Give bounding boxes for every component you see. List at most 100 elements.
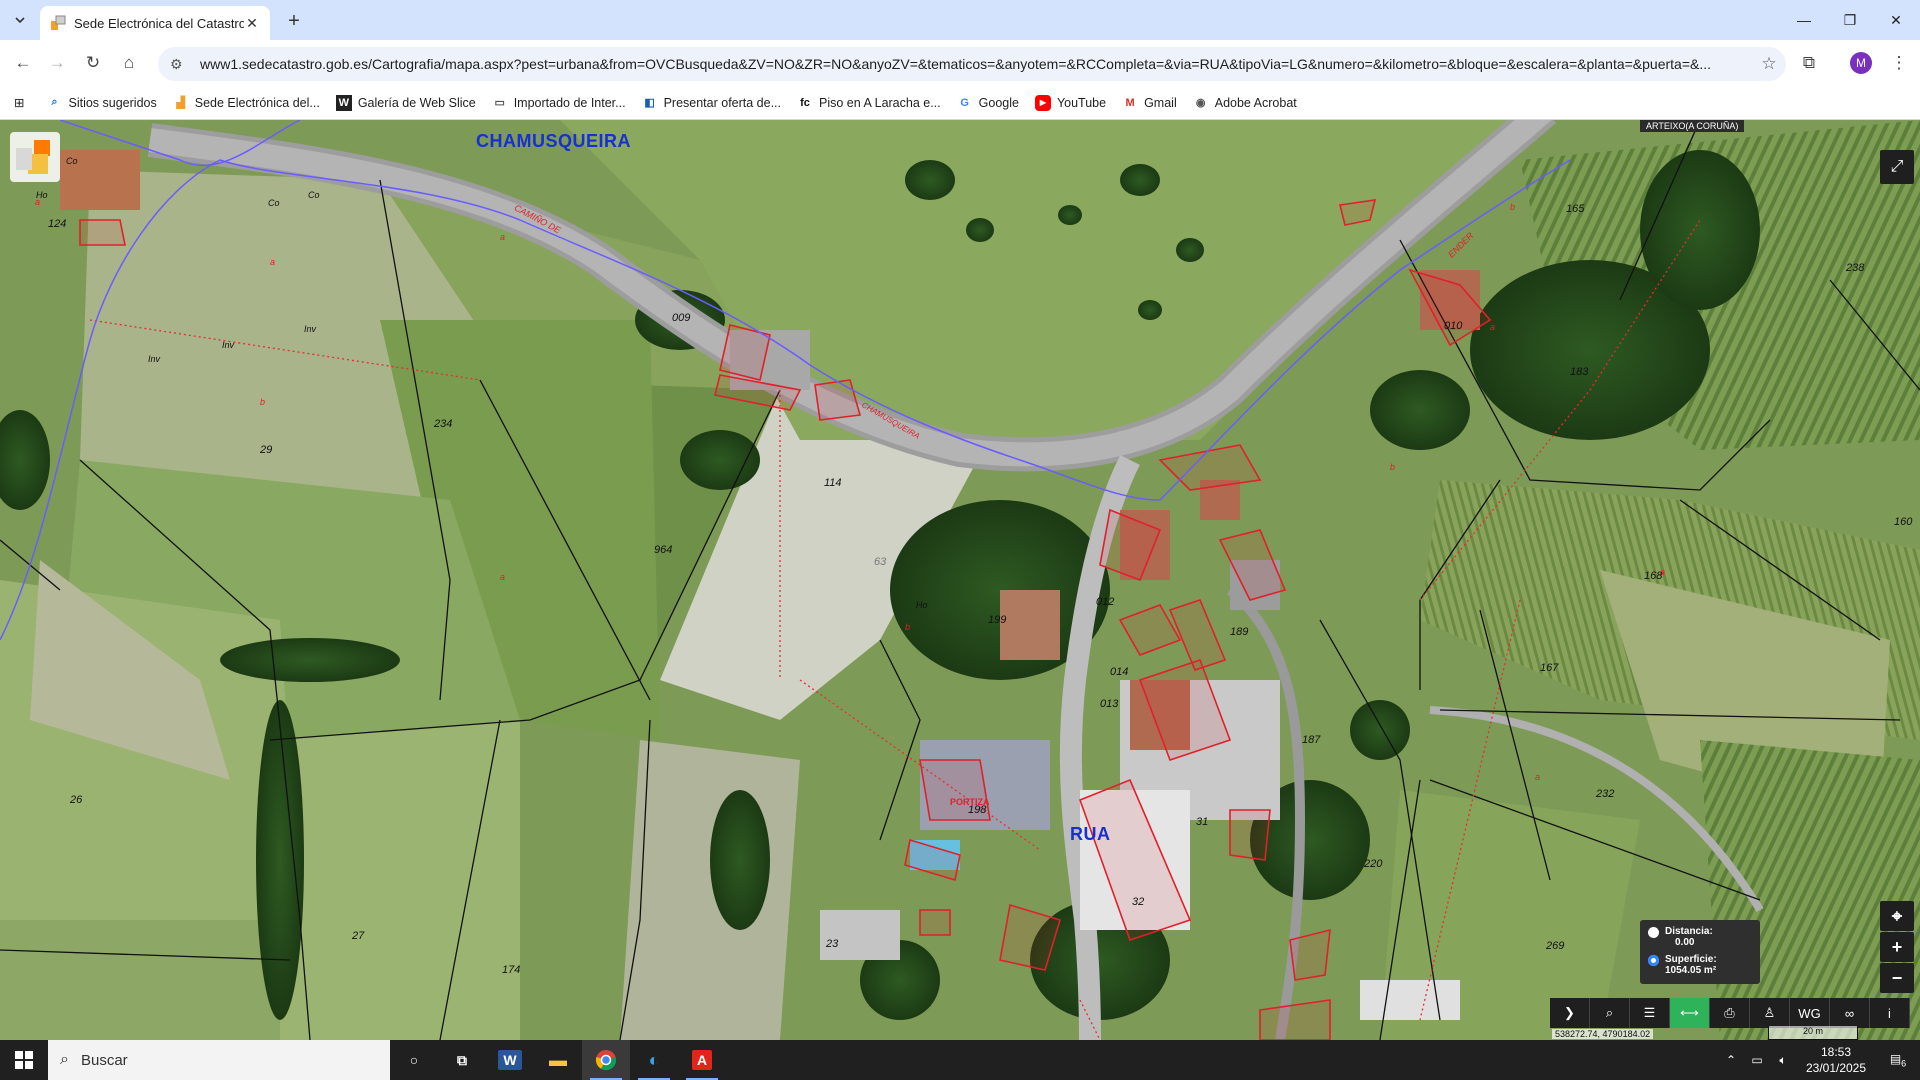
bookmark-gmail[interactable]: M Gmail: [1114, 89, 1185, 117]
surface-radio[interactable]: [1648, 955, 1659, 966]
acrobat-app[interactable]: A: [678, 1040, 726, 1080]
svg-text:a: a: [500, 232, 505, 242]
parcel-label: 187: [1302, 734, 1321, 746]
search-button[interactable]: ⌕: [1590, 998, 1630, 1028]
bookmark-webslice[interactable]: W Galería de Web Slice: [328, 89, 484, 117]
svg-text:a: a: [1535, 772, 1540, 782]
svg-text:a: a: [270, 257, 275, 267]
acrobat-icon: A: [691, 1050, 713, 1070]
measure-button[interactable]: ⟷: [1670, 998, 1710, 1028]
network-icon[interactable]: ▭: [1744, 1053, 1770, 1067]
parcel-label: 010: [1444, 320, 1463, 332]
file-explorer-app[interactable]: ▬: [534, 1040, 582, 1080]
clock-date: 23/01/2025: [1805, 1061, 1867, 1075]
profile-avatar[interactable]: M: [1846, 48, 1876, 78]
notification-count: 6: [1901, 1058, 1907, 1069]
expand-panel-button[interactable]: ❯: [1550, 998, 1590, 1028]
folder-icon: ▭: [494, 97, 505, 109]
parcel-label: 199: [988, 614, 1007, 626]
surface-option[interactable]: Superficie: 1054.05 m²: [1648, 954, 1752, 976]
distance-option[interactable]: Distancia: 0.00: [1648, 926, 1752, 948]
bookmark-youtube[interactable]: ▶ YouTube: [1027, 89, 1114, 117]
crosshair-icon: ⌖: [1891, 905, 1903, 926]
fullscreen-button[interactable]: ⤢: [1880, 150, 1914, 184]
bookmark-star-icon[interactable]: ☆: [1752, 54, 1786, 74]
search-icon: ⌕: [60, 1051, 69, 1068]
distance-radio[interactable]: [1648, 927, 1659, 938]
minimize-button[interactable]: —: [1781, 0, 1827, 40]
restore-button[interactable]: ❐: [1827, 0, 1873, 40]
notifications-button[interactable]: ▤6: [1876, 1052, 1920, 1068]
apps-grid-icon[interactable]: ⊞: [0, 89, 38, 117]
subparcel-label: Co: [66, 156, 78, 166]
measure-icon: ⟷: [1680, 1005, 1699, 1020]
base-layer-thumbnail[interactable]: [10, 132, 60, 182]
site-info-icon[interactable]: ⚙: [170, 56, 188, 73]
magnifier-icon: ⌕: [1605, 1005, 1614, 1020]
minus-icon: −: [1891, 967, 1903, 988]
svg-text:a: a: [1490, 322, 1495, 332]
url-text: www1.sedecatastro.gob.es/Cartografia/map…: [200, 56, 1712, 72]
parcel-label: 238: [1846, 262, 1865, 274]
map-canvas: a a a b a b b a a b a: [0, 120, 1920, 1040]
scale-bar: 20 m: [1768, 1026, 1858, 1040]
forward-button[interactable]: →: [42, 48, 72, 78]
bookmark-label: Google: [978, 95, 1019, 110]
window-close-button[interactable]: ✕: [1873, 0, 1919, 40]
start-button[interactable]: [0, 1040, 48, 1080]
parcel-label: 220: [1364, 858, 1383, 870]
binoculars-button[interactable]: ∞: [1830, 998, 1870, 1028]
reload-button[interactable]: ↻: [78, 48, 108, 78]
svg-text:b: b: [1390, 462, 1395, 472]
home-button[interactable]: ⌂: [114, 48, 144, 78]
address-bar[interactable]: ⚙ www1.sedecatastro.gob.es/Cartografia/m…: [158, 47, 1786, 81]
chevron-right-icon: ❯: [1564, 1005, 1575, 1020]
subparcel-label: Inv: [148, 354, 161, 364]
distance-label: Distancia:: [1665, 926, 1713, 937]
taskbar-search[interactable]: ⌕ Buscar: [48, 1040, 390, 1080]
bookmark-acrobat[interactable]: ◉ Adobe Acrobat: [1185, 89, 1305, 117]
bookmark-importado[interactable]: ▭ Importado de Inter...: [484, 89, 634, 117]
wms-icon: WG: [1798, 1005, 1821, 1021]
clock[interactable]: 18:53 23/01/2025: [1796, 1044, 1876, 1076]
tab-catastro[interactable]: Sede Electrónica del Catastro - ✕: [40, 6, 270, 40]
info-button[interactable]: i: [1870, 998, 1910, 1028]
word-app[interactable]: W: [486, 1040, 534, 1080]
tab-title: Sede Electrónica del Catastro -: [74, 15, 244, 31]
subparcel-label: Inv: [222, 340, 235, 350]
menu-kebab-icon[interactable]: ⋮: [1884, 48, 1914, 78]
tab-close-icon[interactable]: ✕: [244, 15, 260, 31]
info-icon: i: [1888, 1005, 1891, 1021]
cadastral-map[interactable]: a a a b a b b a a b a ARTEIXO(A CORUÑA) …: [0, 120, 1920, 1040]
avatar: M: [1850, 52, 1872, 74]
layers-icon: ☰: [1643, 1005, 1656, 1020]
bookmark-google[interactable]: G Google: [949, 89, 1027, 117]
parcel-label: 165: [1566, 203, 1585, 215]
print-button[interactable]: ⎙: [1710, 998, 1750, 1028]
new-tab-button[interactable]: +: [282, 9, 306, 33]
zoom-in-button[interactable]: +: [1880, 932, 1914, 962]
locate-button[interactable]: ⌖: [1880, 901, 1914, 931]
task-view-button[interactable]: ⧉: [438, 1040, 486, 1080]
place-name-rua: RUA: [1070, 824, 1111, 844]
wms-button[interactable]: WG: [1790, 998, 1830, 1028]
bookmark-oferta[interactable]: ◧ Presentar oferta de...: [634, 89, 789, 117]
tab-search-button[interactable]: [8, 8, 32, 32]
street-view-button[interactable]: ♙: [1750, 998, 1790, 1028]
layers-button[interactable]: ☰: [1630, 998, 1670, 1028]
back-button[interactable]: ←: [8, 48, 38, 78]
bookmark-piso[interactable]: fc Piso en A Laracha e...: [789, 89, 949, 117]
bookmark-sitios[interactable]: ⌕ Sitios sugeridos: [38, 89, 164, 117]
bookmark-sede[interactable]: ▟ Sede Electrónica del...: [165, 89, 328, 117]
search-icon: ⌕: [51, 96, 58, 108]
extensions-icon[interactable]: ⧉: [1794, 48, 1824, 78]
chrome-app[interactable]: [582, 1040, 630, 1080]
svg-text:b: b: [905, 622, 910, 632]
parcel-label: 009: [672, 312, 691, 324]
cortana-button[interactable]: ○: [390, 1040, 438, 1080]
volume-icon[interactable]: 🔈︎: [1770, 1053, 1796, 1068]
zoom-out-button[interactable]: −: [1880, 963, 1914, 993]
bookmark-label: Piso en A Laracha e...: [819, 95, 941, 110]
edge-app[interactable]: ◐: [630, 1040, 678, 1080]
chevron-up-icon[interactable]: ⌃: [1718, 1053, 1744, 1067]
